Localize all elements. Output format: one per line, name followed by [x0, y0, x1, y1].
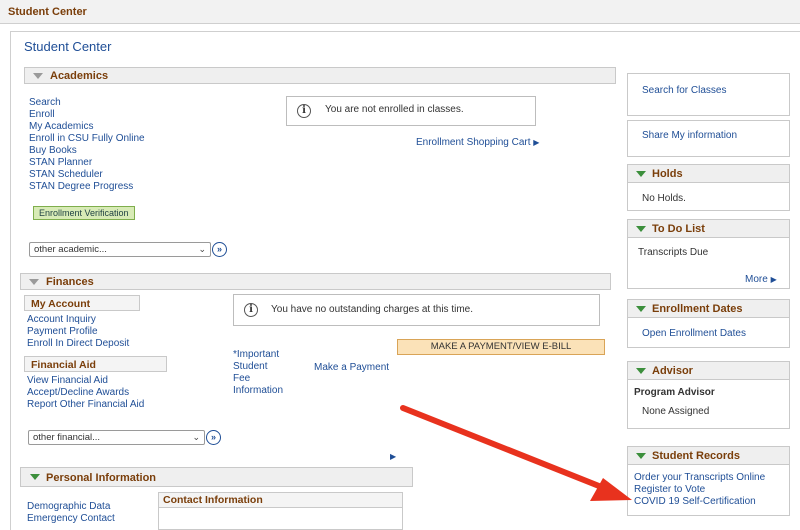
- link-stan-planner[interactable]: STAN Planner: [29, 157, 92, 168]
- search-classes-box: Search for Classes: [627, 73, 790, 116]
- collapse-triangle-icon: [636, 453, 646, 459]
- info-icon: i: [297, 104, 311, 118]
- personal-links: Demographic Data Emergency Contact: [27, 501, 115, 525]
- todo-more-wrap: More ▶: [745, 274, 777, 285]
- enrollment-dates-header[interactable]: Enrollment Dates: [628, 300, 789, 318]
- link-account-inquiry[interactable]: Account Inquiry: [27, 314, 96, 325]
- collapse-triangle-icon: [636, 368, 646, 374]
- collapse-triangle-icon: [636, 171, 646, 177]
- link-my-academics[interactable]: My Academics: [29, 121, 93, 132]
- todo-header-label: To Do List: [652, 223, 705, 235]
- link-buy-books[interactable]: Buy Books: [29, 145, 77, 156]
- collapse-triangle-icon: [29, 279, 39, 285]
- link-demographic-data[interactable]: Demographic Data: [27, 501, 110, 512]
- no-charges-box: i You have no outstanding charges at thi…: [233, 294, 600, 326]
- link-direct-deposit[interactable]: Enroll In Direct Deposit: [27, 338, 129, 349]
- link-accept-decline-awards[interactable]: Accept/Decline Awards: [27, 387, 129, 398]
- other-financial-select[interactable]: other financial... ⌄: [28, 430, 205, 445]
- todo-item[interactable]: Transcripts Due: [638, 247, 708, 258]
- important-fee-line-1[interactable]: *Important: [233, 349, 279, 360]
- collapse-triangle-icon: [636, 226, 646, 232]
- share-my-information-link[interactable]: Share My information: [642, 130, 737, 141]
- program-advisor-label: Program Advisor: [634, 387, 715, 398]
- student-records-links: Order your Transcripts Online Register t…: [634, 472, 765, 508]
- academics-header[interactable]: Academics: [24, 67, 616, 84]
- account-links: Account Inquiry Payment Profile Enroll I…: [27, 314, 129, 350]
- link-report-other-aid[interactable]: Report Other Financial Aid: [27, 399, 144, 410]
- not-enrolled-text: You are not enrolled in classes.: [325, 104, 464, 115]
- enrollment-verification-button[interactable]: Enrollment Verification: [33, 206, 135, 220]
- todo-box: To Do List Transcripts Due More ▶: [627, 219, 790, 289]
- contact-info-header: Contact Information: [158, 492, 403, 508]
- order-transcripts-link[interactable]: Order your Transcripts Online: [634, 472, 765, 483]
- link-stan-scheduler[interactable]: STAN Scheduler: [29, 169, 103, 180]
- important-fee-line-4[interactable]: Information: [233, 385, 283, 396]
- top-bar-title: Student Center: [8, 6, 87, 18]
- other-academic-select[interactable]: other academic... ⌄: [29, 242, 211, 257]
- no-charges-text: You have no outstanding charges at this …: [271, 304, 473, 315]
- link-enroll[interactable]: Enroll: [29, 109, 55, 120]
- holds-text: No Holds.: [642, 193, 686, 204]
- financial-aid-header: Financial Aid: [24, 356, 167, 372]
- make-payment-ebill-button[interactable]: MAKE A PAYMENT/VIEW E-BILL: [397, 339, 605, 355]
- open-enrollment-dates-link[interactable]: Open Enrollment Dates: [642, 328, 746, 339]
- student-records-header[interactable]: Student Records: [628, 447, 789, 465]
- link-stan-degree-progress[interactable]: STAN Degree Progress: [29, 181, 133, 192]
- advisor-value: None Assigned: [642, 406, 710, 417]
- link-emergency-contact[interactable]: Emergency Contact: [27, 513, 115, 524]
- important-fee-info-link[interactable]: *Important Student Fee Information: [233, 349, 283, 397]
- enrollment-dates-header-label: Enrollment Dates: [652, 303, 743, 315]
- go-financial-button[interactable]: »: [206, 430, 221, 445]
- finances-header[interactable]: Finances: [20, 273, 611, 290]
- info-icon: i: [244, 303, 258, 317]
- holds-box: Holds No Holds.: [627, 164, 790, 211]
- academics-links: Search Enroll My Academics Enroll in CSU…: [29, 97, 145, 193]
- advisor-box: Advisor Program Advisor None Assigned: [627, 361, 790, 429]
- arrow-right-icon: ▶: [533, 138, 540, 147]
- make-payment-link[interactable]: Make a Payment: [314, 362, 389, 373]
- share-info-box: Share My information: [627, 120, 790, 157]
- other-financial-select-value: other financial...: [33, 432, 101, 443]
- other-academic-select-value: other academic...: [34, 244, 107, 255]
- go-academic-button[interactable]: »: [212, 242, 227, 257]
- advisor-header[interactable]: Advisor: [628, 362, 789, 380]
- holds-header[interactable]: Holds: [628, 165, 789, 183]
- enrollment-dates-box: Enrollment Dates Open Enrollment Dates: [627, 299, 790, 348]
- important-fee-line-2[interactable]: Student: [233, 361, 267, 372]
- collapse-triangle-icon: [30, 474, 40, 480]
- covid-self-certification-link[interactable]: COVID 19 Self-Certification: [634, 496, 756, 507]
- personal-info-header[interactable]: Personal Information: [20, 467, 413, 487]
- collapse-triangle-icon: [636, 306, 646, 312]
- shopping-cart-link-wrap: Enrollment Shopping Cart ▶: [416, 137, 539, 148]
- link-enroll-csu-online[interactable]: Enroll in CSU Fully Online: [29, 133, 145, 144]
- link-view-financial-aid[interactable]: View Financial Aid: [27, 375, 108, 386]
- chevron-down-icon: ⌄: [192, 432, 200, 442]
- finances-header-label: Finances: [46, 276, 94, 288]
- todo-header[interactable]: To Do List: [628, 220, 789, 238]
- holds-header-label: Holds: [652, 168, 683, 180]
- my-account-header: My Account: [24, 295, 140, 311]
- academics-header-label: Academics: [50, 70, 109, 82]
- advisor-header-label: Advisor: [652, 365, 693, 377]
- not-enrolled-box: i You are not enrolled in classes.: [286, 96, 536, 126]
- aid-links: View Financial Aid Accept/Decline Awards…: [27, 375, 144, 411]
- top-bar: [0, 0, 800, 24]
- enrollment-shopping-cart-link[interactable]: Enrollment Shopping Cart: [416, 137, 531, 148]
- important-fee-line-3[interactable]: Fee: [233, 373, 250, 384]
- collapse-triangle-icon: [33, 73, 43, 79]
- arrow-right-icon[interactable]: ▶: [390, 452, 396, 461]
- make-payment-wrap: Make a Payment: [314, 362, 389, 373]
- page-title: Student Center: [24, 39, 112, 54]
- link-search[interactable]: Search: [29, 97, 61, 108]
- student-records-box: Student Records Order your Transcripts O…: [627, 446, 790, 516]
- arrow-right-icon: ▶: [770, 275, 777, 284]
- chevron-down-icon: ⌄: [198, 244, 206, 254]
- register-to-vote-link[interactable]: Register to Vote: [634, 484, 705, 495]
- link-payment-profile[interactable]: Payment Profile: [27, 326, 98, 337]
- search-for-classes-link[interactable]: Search for Classes: [642, 85, 726, 96]
- todo-more-link[interactable]: More: [745, 274, 768, 285]
- student-records-header-label: Student Records: [652, 450, 741, 462]
- personal-info-header-label: Personal Information: [46, 472, 157, 484]
